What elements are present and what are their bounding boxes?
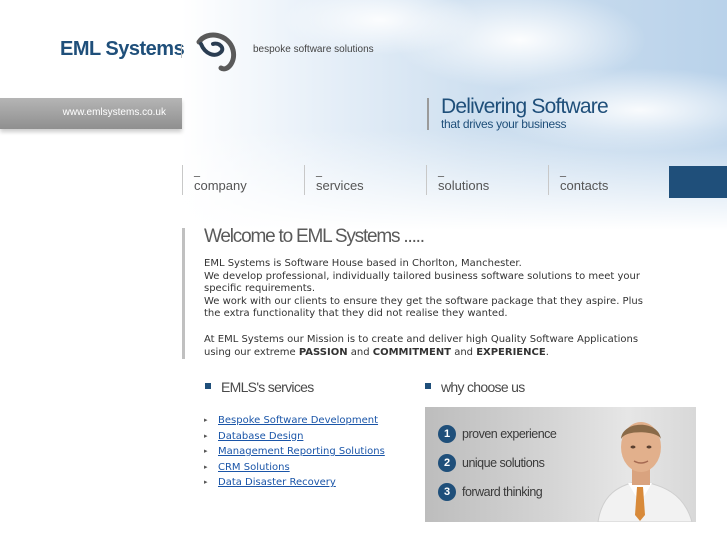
headline-divider	[427, 98, 429, 130]
number-badge: 1	[438, 425, 456, 443]
mission-and: and	[347, 346, 373, 358]
tagline: bespoke software solutions	[253, 44, 374, 55]
list-item: ▸ Bespoke Software Development	[203, 414, 403, 428]
services-list: ▸ Bespoke Software Development ▸ Database …	[203, 414, 403, 492]
services-heading: EMLS's services	[205, 379, 314, 395]
arrow-bullet-icon: ▸	[204, 478, 208, 486]
nav-item-services[interactable]: _ services	[304, 163, 364, 195]
services-heading-text: EMLS's services	[221, 379, 314, 395]
nav-label: services	[316, 178, 364, 193]
nav-label: solutions	[438, 178, 490, 193]
why-item: 3 forward thinking	[438, 483, 543, 501]
square-bullet-icon	[205, 383, 211, 390]
intro-line: We work with our clients to ensure they …	[204, 295, 643, 320]
square-bullet-icon	[425, 383, 431, 390]
mission-period: .	[545, 346, 549, 358]
why-item: 2 unique solutions	[438, 454, 545, 472]
mission-paragraph: At EML Systems our Mission is to create …	[204, 334, 644, 359]
company-logo-text[interactable]: EML Systems	[60, 38, 185, 61]
why-item: 1 proven experience	[438, 425, 557, 443]
commitment-emphasis: COMMITMENT	[372, 346, 452, 358]
website-url[interactable]: www.emlsystems.co.uk	[63, 107, 166, 118]
list-item: ▸ Management Reporting Solutions	[203, 445, 403, 459]
list-item: ▸ CRM Solutions	[203, 461, 403, 475]
service-link-bespoke[interactable]: Bespoke Software Development	[218, 415, 378, 426]
list-item: ▸ Database Design	[203, 430, 403, 444]
passion-emphasis: PASSION	[298, 346, 348, 358]
logo-divider	[181, 44, 182, 58]
nav-dash: _	[560, 163, 566, 177]
number-badge: 3	[438, 483, 456, 501]
headline-main: Delivering Software	[441, 95, 609, 118]
headline-sub: that drives your business	[441, 117, 567, 131]
welcome-title: Welcome to EML Systems .....	[204, 226, 425, 247]
experience-emphasis: EXPERIENCE	[476, 346, 546, 358]
why-item-label: forward thinking	[462, 485, 543, 499]
list-item: ▸ Data Disaster Recovery	[203, 476, 403, 490]
arrow-bullet-icon: ▸	[204, 416, 208, 424]
intro-line: We develop professional, individually ta…	[204, 270, 640, 295]
intro-line: EML Systems is Software House based in C…	[204, 258, 522, 269]
service-link-crm[interactable]: CRM Solutions	[218, 462, 290, 473]
content-divider	[182, 228, 185, 359]
service-link-recovery[interactable]: Data Disaster Recovery	[218, 477, 336, 488]
nav-dash: _	[438, 163, 444, 177]
why-heading: why choose us	[425, 379, 525, 395]
nav-item-contacts[interactable]: _ contacts	[548, 163, 609, 195]
intro-paragraph: EML Systems is Software House based in C…	[204, 258, 644, 321]
url-banner: www.emlsystems.co.uk	[0, 98, 182, 129]
why-item-label: unique solutions	[462, 456, 545, 470]
nav-label: company	[194, 178, 247, 193]
nav-label: contacts	[560, 178, 609, 193]
service-link-reporting[interactable]: Management Reporting Solutions	[218, 446, 385, 457]
mission-and: and	[451, 346, 477, 358]
arrow-bullet-icon: ▸	[204, 431, 208, 440]
arrow-bullet-icon: ▸	[204, 447, 208, 455]
service-link-database[interactable]: Database Design	[218, 431, 303, 442]
number-badge: 2	[438, 454, 456, 472]
swirl-logo-icon	[196, 32, 237, 72]
businessman-photo	[597, 422, 693, 522]
arrow-bullet-icon: ▸	[204, 462, 208, 471]
why-choose-us-panel: 1 proven experience 2 unique solutions 3…	[425, 407, 696, 522]
why-item-label: proven experience	[462, 427, 557, 441]
nav-dash: _	[194, 163, 200, 177]
nav-item-company[interactable]: _ company	[182, 163, 247, 195]
nav-item-solutions[interactable]: _ solutions	[426, 163, 490, 195]
nav-dash: _	[316, 163, 322, 177]
why-heading-text: why choose us	[441, 379, 525, 395]
nav-accent-block	[669, 166, 727, 198]
